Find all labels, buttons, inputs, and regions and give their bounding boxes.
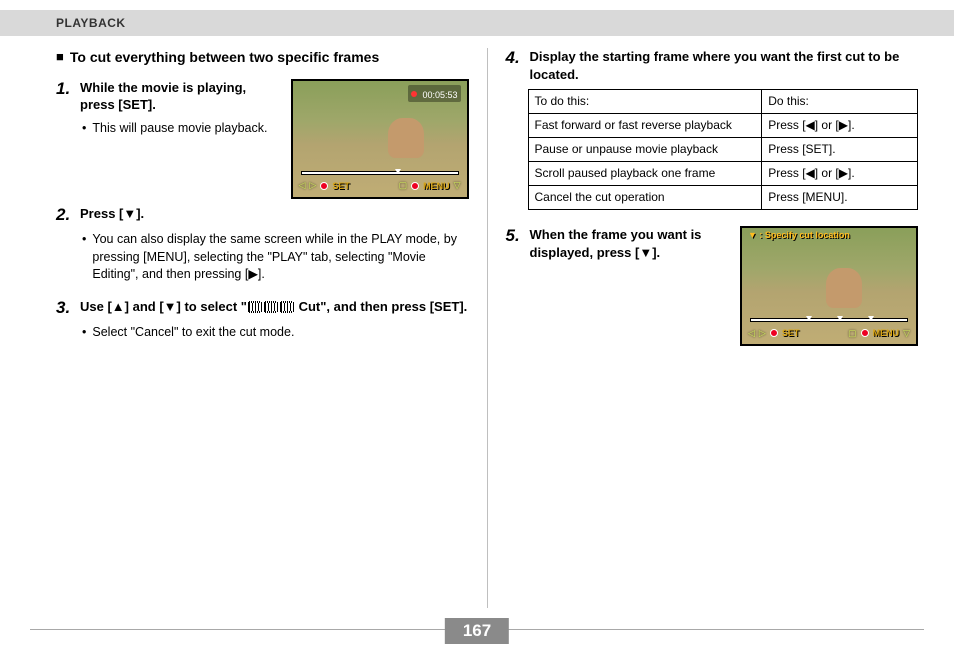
table-header-cell: Do this: [762,90,918,114]
section-header: PLAYBACK [0,10,954,36]
menu-label: MENU [873,328,900,338]
step-3-label-before: Use [▲] and [▼] to select " [80,299,247,314]
down-arrow-icon: ▽ [903,328,910,339]
red-button-icon [411,182,419,190]
progress-bar [750,318,908,322]
step-1-bullet: • This will pause movie playback. [82,120,281,138]
film-strip-icon [264,302,278,312]
step-1: 1. While the movie is playing, press [SE… [56,79,281,114]
step-1-bullet-text: This will pause movie playback. [92,120,267,138]
step-number: 1. [56,79,76,99]
table-header-cell: To do this: [528,90,762,114]
table-row: Scroll paused playback one frame Press [… [528,162,918,186]
step-number: 3. [56,298,76,318]
deer-graphic [388,118,424,158]
down-arrow-icon: ▽ [454,180,461,191]
step-4-label: Display the starting frame where you wan… [530,48,919,83]
play-icon: ▷ [759,328,766,339]
table-cell: Scroll paused playback one frame [528,162,762,186]
content-area: ■ To cut everything between two specific… [0,36,954,608]
screenshot-thumbnail-2: ▼ : Specify cut location ◁ ▷ SET ▢ [740,226,918,346]
playback-timer: 00:05:53 [408,85,461,102]
table-cell: Press [MENU]. [762,186,918,210]
thumbnail-top-label: ▼ : Specify cut location [748,230,850,240]
table-cell: Pause or unpause movie playback [528,138,762,162]
square-bullet-icon: ■ [56,48,64,67]
bullet-icon: • [82,324,86,342]
bullet-icon: • [82,231,86,249]
table-row: Pause or unpause movie playback Press [S… [528,138,918,162]
table-header-row: To do this: Do this: [528,90,918,114]
timer-text: 00:05:53 [422,90,457,100]
table-row: Cancel the cut operation Press [MENU]. [528,186,918,210]
screenshot-thumbnail-1: 00:05:53 ◁ ▷ SET ▢ MENU ▽ [291,79,469,199]
stop-icon: ▢ [399,180,408,191]
stop-icon: ▢ [848,328,857,339]
step-5: 5. When the frame you want is displayed,… [506,226,731,261]
command-table: To do this: Do this: Fast forward or fas… [528,89,919,210]
red-button-icon [770,329,778,337]
table-row: Fast forward or fast reverse playback Pr… [528,114,918,138]
set-label: SET [332,181,350,191]
step-2: 2. Press [▼]. [56,205,469,225]
page-number: 167 [445,618,509,644]
thumbnail-button-row: ◁ ▷ SET ▢ MENU ▽ [748,326,910,340]
step-number: 5. [506,226,526,246]
red-button-icon [861,329,869,337]
bullet-icon: • [82,120,86,138]
step-3-label: Use [▲] and [▼] to select " Cut", and th… [80,298,469,316]
deer-graphic [826,268,862,308]
red-button-icon [320,182,328,190]
section-header-text: PLAYBACK [56,16,126,30]
table-cell: Press [◀] or [▶]. [762,114,918,138]
table-cell: Fast forward or fast reverse playback [528,114,762,138]
step-3: 3. Use [▲] and [▼] to select " Cut", and… [56,298,469,318]
table-cell: Press [◀] or [▶]. [762,162,918,186]
step-1-label: While the movie is playing, press [SET]. [80,79,281,114]
step-2-bullet: • You can also display the same screen w… [82,231,469,284]
subsection-title: ■ To cut everything between two specific… [56,48,469,67]
step-1-row: 1. While the movie is playing, press [SE… [56,79,469,199]
left-column: ■ To cut everything between two specific… [50,48,475,608]
thumbnail-button-row: ◁ ▷ SET ▢ MENU ▽ [299,179,461,193]
subsection-title-text: To cut everything between two specific f… [70,48,379,67]
menu-label: MENU [423,181,450,191]
step-number: 4. [506,48,526,68]
film-strip-icon [248,302,262,312]
step-4: 4. Display the starting frame where you … [506,48,919,83]
step-5-label: When the frame you want is displayed, pr… [530,226,731,261]
record-dot-icon [411,91,417,97]
step-2-label: Press [▼]. [80,205,469,223]
step-3-bullet-text: Select "Cancel" to exit the cut mode. [92,324,294,342]
table-cell: Press [SET]. [762,138,918,162]
play-icon: ▷ [309,180,316,191]
step-5-row: 5. When the frame you want is displayed,… [506,226,919,346]
left-arrow-icon: ◁ [299,180,306,191]
set-label: SET [782,328,800,338]
step-2-bullet-text: You can also display the same screen whi… [92,231,468,284]
step-number: 2. [56,205,76,225]
film-strip-icon [280,302,294,312]
step-3-bullet: • Select "Cancel" to exit the cut mode. [82,324,469,342]
step-3-label-after: Cut", and then press [SET]. [295,299,467,314]
column-divider [487,48,488,608]
left-arrow-icon: ◁ [748,328,755,339]
right-column: 4. Display the starting frame where you … [500,48,925,608]
progress-bar [301,171,459,175]
table-cell: Cancel the cut operation [528,186,762,210]
